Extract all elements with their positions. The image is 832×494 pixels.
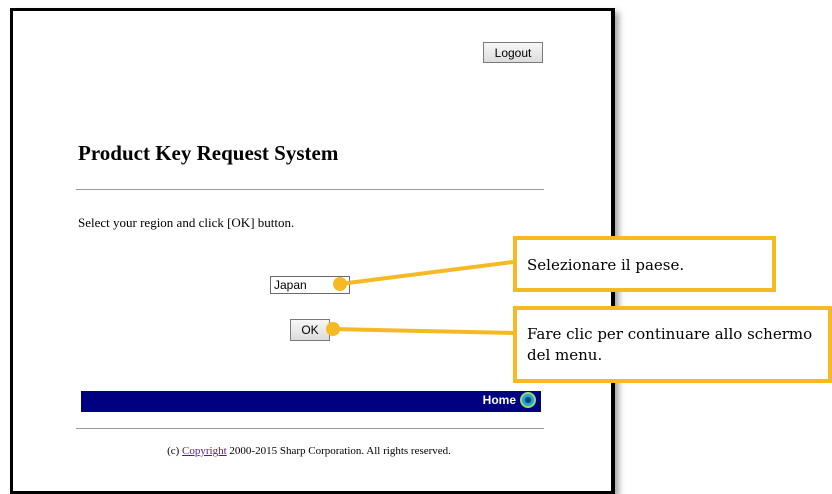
ok-button[interactable]: OK xyxy=(290,319,330,341)
instruction-text: Select your region and click [OK] button… xyxy=(78,215,295,230)
region-select[interactable]: Japan xyxy=(270,276,350,294)
logout-button[interactable]: Logout xyxy=(483,42,543,63)
page-title: Product Key Request System xyxy=(78,141,339,165)
home-link[interactable]: Home xyxy=(483,392,536,408)
home-icon xyxy=(520,392,536,408)
footer-prefix: (c) xyxy=(167,445,183,457)
divider-top xyxy=(76,189,544,190)
callout-continue-menu: Fare clic per continuare allo schermo de… xyxy=(513,306,832,383)
divider-bottom xyxy=(76,428,544,429)
footer-text: (c) Copyright 2000-2015 Sharp Corporatio… xyxy=(0,445,618,457)
footer-suffix: 2000-2015 Sharp Corporation. All rights … xyxy=(226,445,451,457)
navigation-bar: Home xyxy=(81,391,541,412)
home-label: Home xyxy=(482,393,516,407)
copyright-link[interactable]: Copyright xyxy=(182,445,227,457)
callout-select-country: Selezionare il paese. xyxy=(513,236,776,292)
